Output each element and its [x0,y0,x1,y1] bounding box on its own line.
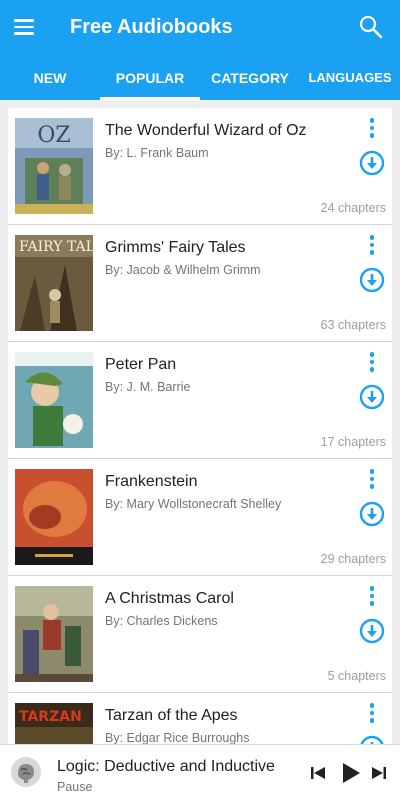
chapter-count: 29 chapters [320,552,386,566]
download-icon[interactable] [359,150,385,176]
search-icon[interactable] [358,14,384,40]
book-cover: FAIRY TALES [15,235,93,331]
book-card[interactable]: Frankenstein By: Mary Wollstonecraft She… [8,459,392,575]
book-title: A Christmas Carol [105,590,234,607]
cover-text: FAIRY TALES [19,239,93,255]
book-title: Tarzan of the Apes [105,707,238,724]
more-options-icon[interactable] [364,701,380,725]
more-options-icon[interactable] [364,116,380,140]
book-author: By: Jacob & Wilhelm Grimm [105,263,261,277]
book-cover [15,352,93,448]
app-title: Free Audiobooks [70,16,233,38]
mini-player[interactable]: Logic: Deductive and Inductive Pause [0,744,400,800]
tab-new[interactable]: NEW [0,55,100,100]
more-options-icon[interactable] [364,233,380,257]
play-icon[interactable] [340,761,362,785]
book-card[interactable]: Peter Pan By: J. M. Barrie 17 chapters [8,342,392,458]
book-card[interactable]: OZ The Wonderful Wizard of Oz By: L. Fra… [8,108,392,224]
player-artwork [10,756,42,788]
download-icon[interactable] [359,618,385,644]
book-author: By: L. Frank Baum [105,146,209,160]
tab-popular[interactable]: POPULAR [100,55,200,100]
tab-bar: NEW POPULAR CATEGORY LANGUAGES [0,55,400,100]
chapter-count: 24 chapters [320,201,386,215]
more-options-icon[interactable] [364,584,380,608]
book-cover: OZ [15,118,93,214]
more-options-icon[interactable] [364,350,380,374]
book-cover [15,586,93,682]
book-author: By: Charles Dickens [105,614,218,628]
book-title: Frankenstein [105,473,198,490]
book-author: By: J. M. Barrie [105,380,191,394]
book-title: Grimms' Fairy Tales [105,239,246,256]
book-author: By: Edgar Rice Burroughs [105,731,250,744]
book-card[interactable]: A Christmas Carol By: Charles Dickens 5 … [8,576,392,692]
chapter-count: 5 chapters [327,669,386,683]
app-bar: Free Audiobooks NEW POPULAR CATEGORY LAN… [0,0,400,100]
player-status: Pause [57,780,93,794]
book-card[interactable]: TARZAN Tarzan of the Apes By: Edgar Rice… [8,693,392,744]
tab-languages[interactable]: LANGUAGES [300,55,400,100]
book-title: Peter Pan [105,356,177,373]
book-title: The Wonderful Wizard of Oz [105,122,307,139]
book-list[interactable]: OZ The Wonderful Wizard of Oz By: L. Fra… [8,108,392,744]
book-cover [15,469,93,565]
chapter-count: 63 chapters [320,318,386,332]
player-title: Logic: Deductive and Inductive [57,758,275,775]
more-options-icon[interactable] [364,467,380,491]
book-card[interactable]: FAIRY TALES Grimms' Fairy Tales By: Jaco… [8,225,392,341]
cover-text: OZ [37,123,70,148]
download-icon[interactable] [359,267,385,293]
download-icon[interactable] [359,384,385,410]
download-icon[interactable] [359,735,385,744]
book-author: By: Mary Wollstonecraft Shelley [105,497,282,511]
skip-next-icon[interactable] [370,764,388,782]
menu-icon[interactable] [14,14,40,40]
chapter-count: 17 chapters [320,435,386,449]
cover-text: TARZAN [19,709,82,725]
download-icon[interactable] [359,501,385,527]
book-cover: TARZAN [15,703,93,744]
tab-category[interactable]: CATEGORY [200,55,300,100]
skip-previous-icon[interactable] [309,764,327,782]
